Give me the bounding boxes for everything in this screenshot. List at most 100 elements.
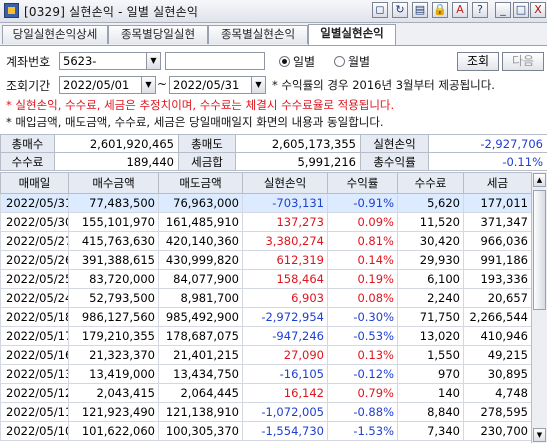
monthly-radio[interactable] <box>334 56 345 67</box>
buy-amount-cell: 13,419,000 <box>68 364 159 384</box>
period-separator: ~ <box>157 77 168 91</box>
trade-date-cell: 2022/05/27 <box>0 231 69 251</box>
start-date-value: 2022/05/01 <box>63 78 130 92</box>
column-header[interactable]: 매도금액 <box>158 172 243 194</box>
sell-amount-cell: 100,305,370 <box>158 421 243 441</box>
maximize-icon[interactable]: □ <box>513 2 529 18</box>
scroll-down-icon[interactable]: ▼ <box>533 428 546 442</box>
fee-cell: 7,340 <box>397 421 464 441</box>
return-rate-cell: 0.09% <box>327 212 398 232</box>
scroll-up-icon[interactable]: ▲ <box>533 173 546 187</box>
total-sell-label: 총매도 <box>178 134 236 153</box>
minimize-icon[interactable]: _ <box>495 2 511 18</box>
column-header[interactable]: 수익률 <box>327 172 398 194</box>
end-date-field[interactable]: 2022/05/31 ▼ <box>169 76 266 94</box>
tax-cell: 991,186 <box>463 250 532 270</box>
tab-daily-realized-detail[interactable]: 당일실현손익상세 <box>2 25 108 44</box>
layout-icon[interactable]: ▤ <box>412 2 428 18</box>
buy-amount-cell: 986,127,560 <box>68 307 159 327</box>
column-header[interactable]: 세금 <box>463 172 532 194</box>
realized-pnl-cell: 137,273 <box>242 212 328 232</box>
return-rate-cell: -0.30% <box>327 307 398 327</box>
buy-amount-cell: 83,720,000 <box>68 269 159 289</box>
realized-pnl-cell: -703,131 <box>242 193 328 213</box>
font-size-icon[interactable]: A <box>452 2 468 18</box>
table-row[interactable]: 2022/05/16 21,323,370 21,401,215 27,090 0.13… <box>0 345 532 365</box>
realized-pnl-cell: 27,090 <box>242 345 328 365</box>
sell-amount-cell: 84,077,900 <box>158 269 243 289</box>
table-row[interactable]: 2022/05/10 101,622,060 100,305,370 -1,554,7… <box>0 421 532 441</box>
table-row[interactable]: 2022/05/12 2,043,415 2,064,445 16,142 0.79% 1… <box>0 383 532 403</box>
table-row[interactable]: 2022/05/17 179,210,355 178,687,075 -947,246… <box>0 326 532 346</box>
tax-cell: 30,895 <box>463 364 532 384</box>
sell-amount-cell: 420,140,360 <box>158 231 243 251</box>
account-select[interactable]: 5623- ▼ <box>59 52 161 70</box>
return-rate-cell: 0.19% <box>327 269 398 289</box>
sell-amount-cell: 430,999,820 <box>158 250 243 270</box>
column-header[interactable]: 매수금액 <box>68 172 159 194</box>
account-value: 5623- <box>63 54 97 68</box>
sell-amount-cell: 121,138,910 <box>158 402 243 422</box>
calendar-dropdown-icon[interactable]: ▼ <box>251 77 265 93</box>
trade-date-cell: 2022/05/24 <box>0 288 69 308</box>
fee-cell: 13,020 <box>397 326 464 346</box>
period-label: 조회기간 <box>6 79 51 93</box>
buy-amount-cell: 2,043,415 <box>68 383 159 403</box>
next-button[interactable]: 다음 <box>502 52 544 71</box>
lock-icon[interactable]: 🔒 <box>432 2 448 18</box>
realized-pnl-cell: -1,554,730 <box>242 421 328 441</box>
realized-pnl-label: 실현손익 <box>360 134 429 153</box>
password-field[interactable] <box>165 52 265 70</box>
tax-label: 세금합 <box>178 152 236 171</box>
realized-pnl-cell: 3,380,274 <box>242 231 328 251</box>
calendar-dropdown-icon[interactable]: ▼ <box>141 77 155 93</box>
fee-cell: 6,100 <box>397 269 464 289</box>
column-header[interactable]: 매매일 <box>0 172 69 194</box>
tab-stock-realized-pnl[interactable]: 종목별실현손익 <box>208 25 308 44</box>
column-header[interactable]: 수수료 <box>397 172 464 194</box>
daily-radio[interactable] <box>279 56 290 67</box>
trade-date-cell: 2022/05/11 <box>0 402 69 422</box>
start-date-field[interactable]: 2022/05/01 ▼ <box>59 76 156 94</box>
column-header[interactable]: 실현손익 <box>242 172 328 194</box>
table-row[interactable]: 2022/05/27 415,763,630 420,140,360 3,380,27… <box>0 231 532 251</box>
title-bar: [0329] 실현손익 - 일별 실현손익 ◻ ↻ ▤ 🔒 A ? _ □ X <box>0 0 547 23</box>
tax-cell: 410,946 <box>463 326 532 346</box>
realized-pnl-cell: -2,972,954 <box>242 307 328 327</box>
return-rate-cell: 0.79% <box>327 383 398 403</box>
close-icon[interactable]: X <box>530 2 546 18</box>
realized-pnl-cell: 158,464 <box>242 269 328 289</box>
trade-date-cell: 2022/05/16 <box>0 345 69 365</box>
query-button[interactable]: 조회 <box>457 52 499 71</box>
trade-date-cell: 2022/05/13 <box>0 364 69 384</box>
table-row[interactable]: 2022/05/26 391,388,615 430,999,820 612,319 0… <box>0 250 532 270</box>
window-link-icon[interactable]: ◻ <box>372 2 388 18</box>
tax-cell: 966,036 <box>463 231 532 251</box>
scroll-thumb[interactable] <box>533 190 546 310</box>
realized-pnl-cell: 16,142 <box>242 383 328 403</box>
table-row[interactable]: 2022/05/25 83,720,000 84,077,900 158,464 0.1… <box>0 269 532 289</box>
trade-date-cell: 2022/05/12 <box>0 383 69 403</box>
total-rate-value: -0.11% <box>428 152 547 171</box>
tax-cell: 4,748 <box>463 383 532 403</box>
help-icon[interactable]: ? <box>472 2 488 18</box>
daily-pnl-grid: 매매일 매수금액 매도금액 실현손익 수익률 수수료 세금 2022/05/31… <box>0 172 532 441</box>
info-note: * 매입금액, 매도금액, 수수료, 세금은 당일매매일지 화면의 내용과 동일… <box>6 115 384 129</box>
table-row[interactable]: 2022/05/30 155,101,970 161,485,910 137,273 0… <box>0 212 532 232</box>
trade-date-cell: 2022/05/31 <box>0 193 69 213</box>
return-rate-cell: -0.91% <box>327 193 398 213</box>
fee-cell: 970 <box>397 364 464 384</box>
table-row[interactable]: 2022/05/11 121,923,490 121,138,910 -1,072,0… <box>0 402 532 422</box>
table-row[interactable]: 2022/05/31 77,483,500 76,963,000 -703,131 -0… <box>0 193 532 213</box>
tab-stock-daily-realized[interactable]: 종목별당일실현 <box>108 25 208 44</box>
sell-amount-cell: 8,981,700 <box>158 288 243 308</box>
refresh-icon[interactable]: ↻ <box>392 2 408 18</box>
vertical-scrollbar[interactable]: ▲ ▼ <box>531 172 547 443</box>
table-row[interactable]: 2022/05/18 986,127,560 985,492,900 -2,972,9… <box>0 307 532 327</box>
realized-pnl-cell: -947,246 <box>242 326 328 346</box>
chevron-down-icon[interactable]: ▼ <box>146 53 160 69</box>
table-row[interactable]: 2022/05/13 13,419,000 13,434,750 -16,105 -0.… <box>0 364 532 384</box>
table-row[interactable]: 2022/05/24 52,793,500 8,981,700 6,903 0.08% 2… <box>0 288 532 308</box>
tab-daily-realized-pnl[interactable]: 일별실현손익 <box>308 24 396 45</box>
tax-value: 5,991,216 <box>235 152 361 171</box>
